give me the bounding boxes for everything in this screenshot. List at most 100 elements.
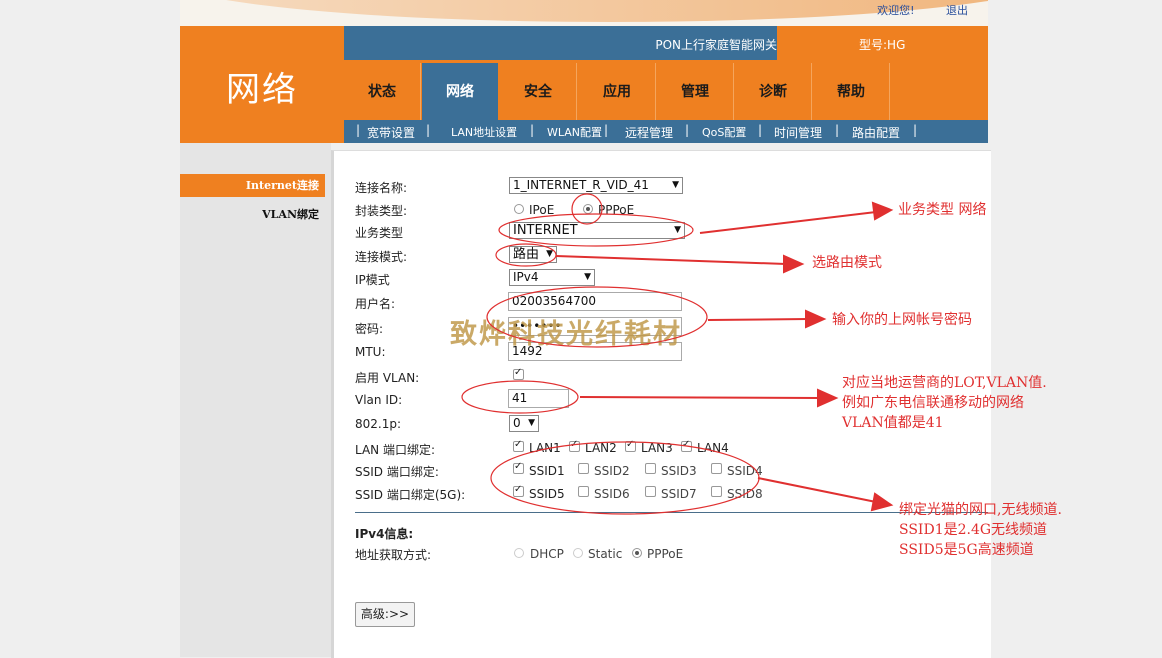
tab-manage[interactable]: 管理	[657, 63, 734, 120]
vlan-id-label: Vlan ID:	[355, 393, 403, 407]
main-nav: 状态 网络 安全 应用 管理 诊断 帮助	[344, 60, 988, 120]
vlan-id-input[interactable]: 41	[508, 389, 569, 408]
dot1p-label: 802.1p:	[355, 417, 402, 431]
ip-mode-value: IPv4	[513, 270, 539, 284]
header-top: 欢迎您! 退出	[180, 0, 988, 26]
sidebar-item-internet[interactable]: Internet连接	[180, 174, 325, 197]
ssid3-checkbox[interactable]	[645, 463, 656, 474]
gateway-title: PON上行家庭智能网关	[655, 38, 777, 52]
connection-mode-select[interactable]: 路由 ▼	[509, 246, 557, 263]
lan2-checkbox[interactable]	[569, 439, 580, 452]
sidebar-item-vlan-binding[interactable]: VLAN绑定	[180, 206, 325, 222]
lan4-label: LAN4	[697, 441, 729, 455]
pipe-divider: |	[758, 123, 763, 137]
ssid7-label: SSID7	[661, 487, 697, 501]
lan3-checkbox[interactable]	[625, 439, 636, 452]
chevron-down-icon: ▼	[672, 180, 679, 190]
ssid1-label: SSID1	[529, 464, 565, 478]
pipe-divider: |	[530, 123, 535, 137]
ssid4-label: SSID4	[727, 464, 763, 478]
chevron-down-icon: ▼	[528, 418, 535, 428]
connection-name-select[interactable]: 1_INTERNET_R_VID_41 ▼	[509, 177, 683, 194]
subnav-wlan[interactable]: WLAN配置	[547, 124, 602, 140]
section-divider	[355, 512, 988, 513]
ssid5g-bind-label: SSID 端口绑定(5G):	[355, 488, 466, 502]
pipe-divider: |	[835, 123, 840, 137]
vlan-enable-label: 启用 VLAN:	[355, 371, 420, 385]
lan3-label: LAN3	[641, 441, 673, 455]
lan4-checkbox[interactable]	[681, 439, 692, 452]
ssid3-label: SSID3	[661, 464, 697, 478]
ssid7-checkbox[interactable]	[645, 486, 656, 497]
tab-diagnose[interactable]: 诊断	[735, 63, 812, 120]
ssid4-checkbox[interactable]	[711, 463, 722, 474]
vlan-enable-checkbox[interactable]	[513, 367, 524, 380]
model-label: 型号:HG	[859, 38, 906, 52]
username-input[interactable]: 02003564700	[508, 292, 682, 311]
ssid1-checkbox[interactable]	[513, 461, 524, 474]
chevron-down-icon: ▼	[546, 249, 553, 259]
chevron-down-icon: ▼	[674, 225, 681, 235]
encap-pppoe-radio[interactable]	[583, 204, 593, 214]
connection-name-label: 连接名称:	[355, 181, 408, 195]
note-account: 输入你的上网帐号密码	[832, 312, 972, 328]
ssid5-checkbox[interactable]	[513, 484, 524, 497]
ssid8-label: SSID8	[727, 487, 763, 501]
subnav-remote[interactable]: 远程管理	[625, 124, 673, 141]
encap-ipoe-radio[interactable]	[514, 204, 524, 214]
note-service-type: 业务类型 网络	[898, 202, 987, 218]
ssid8-checkbox[interactable]	[711, 486, 722, 497]
subnav-qos[interactable]: QoS配置	[702, 124, 746, 140]
ssid6-label: SSID6	[594, 487, 630, 501]
tab-apps[interactable]: 应用	[579, 63, 656, 120]
pipe-divider: |	[426, 123, 431, 137]
note-vlan-line-1: 对应当地运营商的LOT,VLAN值.	[842, 375, 1047, 391]
note-bind-line-2: SSID1是2.4G无线频道	[899, 522, 1048, 538]
service-type-select[interactable]: INTERNET ▼	[509, 222, 685, 239]
ssid-bind-label: SSID 端口绑定:	[355, 465, 439, 479]
lan1-checkbox[interactable]	[513, 439, 524, 452]
addr-pppoe-radio[interactable]	[632, 548, 642, 558]
ssid2-checkbox[interactable]	[578, 463, 589, 474]
encap-ipoe-label: IPoE	[529, 203, 555, 217]
section-logo-text: 网络	[226, 70, 298, 110]
encap-pppoe-label: PPPoE	[598, 203, 635, 217]
encap-type-label: 封装类型:	[355, 204, 408, 218]
ipv4-section-title: IPv4信息:	[355, 527, 414, 541]
addr-dhcp-radio[interactable]	[514, 548, 524, 558]
pipe-divider: |	[913, 123, 918, 137]
tab-help[interactable]: 帮助	[813, 63, 890, 120]
advanced-button[interactable]: 高级:>>	[355, 602, 415, 627]
pipe-divider: |	[685, 123, 690, 137]
tab-status[interactable]: 状态	[344, 63, 421, 120]
tab-network[interactable]: 网络	[422, 63, 498, 120]
sub-nav: | 宽带设置 | LAN地址设置 | WLAN配置 | 远程管理 | QoS配置…	[344, 120, 988, 143]
service-type-label: 业务类型	[355, 226, 404, 240]
subnav-lan[interactable]: LAN地址设置	[451, 124, 517, 140]
connection-mode-label: 连接模式:	[355, 250, 408, 264]
ip-mode-select[interactable]: IPv4 ▼	[509, 269, 595, 286]
tab-security[interactable]: 安全	[500, 63, 577, 120]
pipe-divider: |	[356, 123, 361, 137]
service-type-value: INTERNET	[513, 223, 578, 238]
subnav-broadband[interactable]: 宽带设置	[367, 124, 415, 141]
ssid5-label: SSID5	[529, 487, 565, 501]
subnav-time[interactable]: 时间管理	[774, 124, 822, 141]
password-label: 密码:	[355, 322, 384, 336]
watermark-text: 致烨科技光纤耗材	[450, 319, 682, 350]
note-route-mode: 选路由模式	[812, 255, 882, 271]
header-links: 欢迎您! 退出	[849, 2, 968, 18]
mtu-label: MTU:	[355, 345, 386, 359]
logo-block: 网络	[180, 26, 344, 143]
logout-link[interactable]: 退出	[946, 4, 968, 17]
addr-static-radio[interactable]	[573, 548, 583, 558]
dot1p-select[interactable]: 0 ▼	[509, 415, 539, 432]
connection-mode-value: 路由	[513, 247, 540, 262]
welcome-link[interactable]: 欢迎您!	[877, 4, 914, 17]
subnav-route[interactable]: 路由配置	[852, 124, 900, 141]
note-bind-line-3: SSID5是5G高速频道	[899, 542, 1034, 558]
addr-static-label: Static	[588, 547, 623, 561]
lan-bind-label: LAN 端口绑定:	[355, 443, 436, 457]
dot1p-value: 0	[513, 416, 521, 430]
ssid6-checkbox[interactable]	[578, 486, 589, 497]
